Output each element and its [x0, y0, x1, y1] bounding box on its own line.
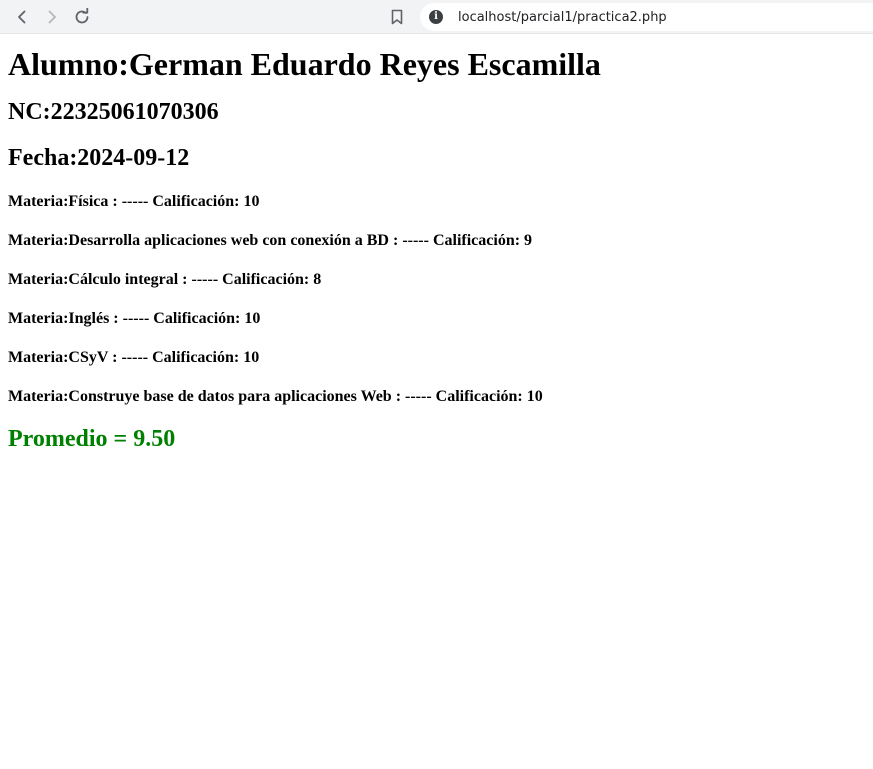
subject-line: Materia:Física : ----- Calificación: 10 — [8, 193, 260, 210]
subject-line: Materia:Inglés : ----- Calificación: 10 — [8, 310, 261, 327]
address-bar[interactable]: i localhost/parcial1/practica2.php — [420, 3, 873, 31]
subject-line: Materia:CSyV : ----- Calificación: 10 — [8, 349, 260, 366]
url-text[interactable]: localhost/parcial1/practica2.php — [458, 10, 667, 25]
reload-button[interactable] — [70, 5, 94, 29]
fecha-heading: Fecha:2024-09-12 — [8, 145, 190, 171]
nc-heading: NC:22325061070306 — [8, 99, 219, 125]
page-content: Alumno:German Eduardo Reyes Escamilla NC… — [0, 46, 873, 453]
forward-button[interactable] — [40, 5, 64, 29]
reload-icon — [73, 8, 91, 26]
bookmark-icon — [389, 9, 405, 25]
alumno-heading: Alumno:German Eduardo Reyes Escamilla — [8, 46, 601, 82]
subject-list: Materia:Física : ----- Calificación: 10 … — [8, 193, 865, 406]
subject-line: Materia:Construye base de datos para apl… — [8, 388, 543, 405]
browser-toolbar: i localhost/parcial1/practica2.php — [0, 0, 873, 34]
forward-arrow-icon — [44, 9, 60, 25]
back-button[interactable] — [10, 5, 34, 29]
bookmark-button[interactable] — [385, 5, 409, 29]
back-arrow-icon — [14, 9, 30, 25]
subject-line: Materia:Cálculo integral : ----- Calific… — [8, 271, 322, 288]
info-icon[interactable]: i — [429, 10, 443, 24]
subject-line: Materia:Desarrolla aplicaciones web con … — [8, 232, 533, 249]
promedio-heading: Promedio = 9.50 — [8, 426, 176, 452]
